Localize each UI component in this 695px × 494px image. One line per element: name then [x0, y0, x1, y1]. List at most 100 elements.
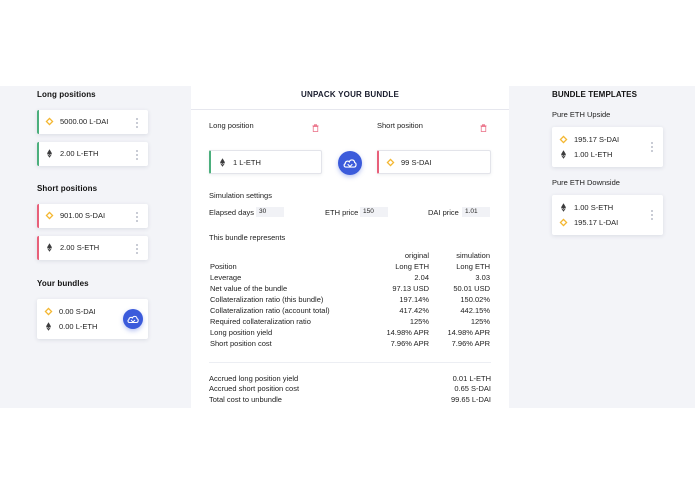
template-token: S-ETH: [590, 203, 614, 212]
row-label: Required collateralization ratio: [210, 317, 311, 326]
position-token: L-ETH: [76, 149, 99, 158]
template-amount: 195.17: [574, 135, 597, 144]
dai-icon: [45, 117, 54, 126]
template-name: Pure ETH Downside: [552, 178, 620, 187]
template-name: Pure ETH Upside: [552, 110, 611, 119]
dai-icon: [44, 307, 53, 316]
eth-price-input[interactable]: 150: [360, 207, 388, 217]
bundle-represents-title: This bundle represents: [209, 233, 286, 242]
template-card-eth-downside[interactable]: 1.00 S-ETH 195.17 L-DAI: [552, 195, 663, 235]
dai-icon: [386, 158, 395, 167]
more-options-icon[interactable]: [136, 244, 139, 256]
divider: [209, 362, 491, 363]
long-position-card-eth[interactable]: 2.00 L-ETH: [37, 142, 148, 166]
unpack-panel: UNPACK YOUR BUNDLE Long position Short p…: [191, 86, 509, 408]
simulation-table: original simulation Position Long ETH Lo…: [210, 251, 490, 351]
bundle-token: L-ETH: [75, 322, 98, 331]
bundle-amount: 0.00: [59, 307, 74, 316]
elapsed-days-input[interactable]: 30: [256, 207, 284, 217]
unpack-bundle-button[interactable]: [123, 309, 143, 329]
eth-icon: [44, 322, 53, 331]
totals-value: 0.65 S-DAI: [454, 384, 491, 393]
eth-icon: [559, 150, 568, 159]
table-row: Position Long ETH Long ETH: [210, 262, 490, 272]
template-amount: 1.00: [574, 150, 589, 159]
template-token: L-DAI: [599, 218, 619, 227]
positions-panel: Long positions 5000.00 L-DAI 2.00 L-ETH …: [0, 86, 190, 408]
row-label: Short position cost: [210, 339, 272, 348]
row-label: Leverage: [210, 273, 242, 282]
row-original: 417.42%: [399, 306, 429, 315]
totals-value: 0.01 L-ETH: [452, 374, 491, 383]
table-row: Short position cost 7.96% APR 7.96% APR: [210, 339, 490, 349]
row-label: Net value of the bundle: [210, 284, 288, 293]
dai-icon: [45, 211, 54, 220]
slot-amount: 99: [401, 158, 410, 167]
trash-icon[interactable]: [312, 124, 319, 132]
more-options-icon[interactable]: [136, 118, 139, 130]
template-card-eth-upside[interactable]: 195.17 S-DAI 1.00 L-ETH: [552, 127, 663, 167]
totals-label: Accrued short position cost: [209, 384, 300, 393]
position-amount: 2.00: [60, 149, 75, 158]
row-original: 7.96% APR: [390, 339, 429, 348]
more-options-icon[interactable]: [651, 210, 654, 222]
page-title: UNPACK YOUR BUNDLE: [301, 90, 399, 99]
your-bundles-title: Your bundles: [37, 279, 89, 288]
row-original: Long ETH: [395, 262, 429, 271]
eth-icon: [559, 203, 568, 212]
dai-price-input[interactable]: 1.01: [462, 207, 490, 217]
more-options-icon[interactable]: [651, 142, 654, 154]
slot-amount: 1: [233, 158, 238, 167]
table-row: Leverage 2.04 3.03: [210, 273, 490, 283]
more-options-icon[interactable]: [136, 212, 139, 224]
simulation-settings-title: Simulation settings: [209, 191, 272, 200]
totals-row: Accrued short position cost 0.65 S-DAI: [209, 384, 491, 394]
eth-icon: [45, 243, 54, 252]
row-original: 125%: [409, 317, 429, 326]
long-position-slot[interactable]: 1 L-ETH: [209, 150, 322, 174]
unpack-button[interactable]: [338, 151, 362, 175]
table-row: Collateralization ratio (account total) …: [210, 306, 490, 316]
short-positions-title: Short positions: [37, 184, 98, 193]
short-position-slot[interactable]: 99 S-DAI: [377, 150, 491, 174]
dai-icon: [559, 135, 568, 144]
trash-icon[interactable]: [480, 124, 487, 132]
row-simulation: 442.15%: [460, 306, 490, 315]
table-header-row: original simulation: [210, 251, 490, 261]
long-position-card-dai[interactable]: 5000.00 L-DAI: [37, 110, 148, 134]
position-token: L-DAI: [89, 117, 109, 126]
col-simulation-header: simulation: [456, 251, 490, 260]
row-simulation: 125%: [470, 317, 490, 326]
row-simulation: 150.02%: [460, 295, 490, 304]
table-row: Net value of the bundle 97.13 USD 50.01 …: [210, 284, 490, 294]
row-simulation: Long ETH: [456, 262, 490, 271]
eth-icon: [45, 149, 54, 158]
totals-value: 99.65 L-DAI: [450, 395, 491, 404]
bundle-amount: 0.00: [59, 322, 74, 331]
dai-price-label: DAI price: [428, 208, 459, 217]
template-amount: 195.17: [574, 218, 597, 227]
row-simulation: 3.03: [475, 273, 490, 282]
short-position-card-dai[interactable]: 901.00 S-DAI: [37, 204, 148, 228]
row-simulation: 50.01 USD: [453, 284, 490, 293]
row-simulation: 7.96% APR: [451, 339, 490, 348]
row-label: Collateralization ratio (this bundle): [210, 295, 324, 304]
position-amount: 901.00: [60, 211, 83, 220]
panel-header: UNPACK YOUR BUNDLE: [191, 86, 509, 110]
template-amount: 1.00: [574, 203, 589, 212]
totals-row: Accrued long position yield 0.01 L-ETH: [209, 374, 491, 384]
totals-row: Total cost to unbundle 99.65 L-DAI: [209, 395, 491, 405]
short-position-card-eth[interactable]: 2.00 S-ETH: [37, 236, 148, 260]
eth-price-label: ETH price: [325, 208, 359, 217]
totals-table: Accrued long position yield 0.01 L-ETH A…: [209, 374, 491, 408]
templates-panel: BUNDLE TEMPLATES Pure ETH Upside 195.17 …: [510, 86, 695, 408]
bundle-card[interactable]: 0.00 S-DAI 0.00 L-ETH: [37, 299, 148, 339]
template-token: S-DAI: [599, 135, 620, 144]
row-original: 197.14%: [399, 295, 429, 304]
long-positions-title: Long positions: [37, 90, 96, 99]
row-original: 97.13 USD: [392, 284, 429, 293]
more-options-icon[interactable]: [136, 150, 139, 162]
template-token: L-ETH: [590, 150, 613, 159]
long-position-label: Long position: [209, 121, 254, 130]
bundle-token: S-DAI: [75, 307, 96, 316]
